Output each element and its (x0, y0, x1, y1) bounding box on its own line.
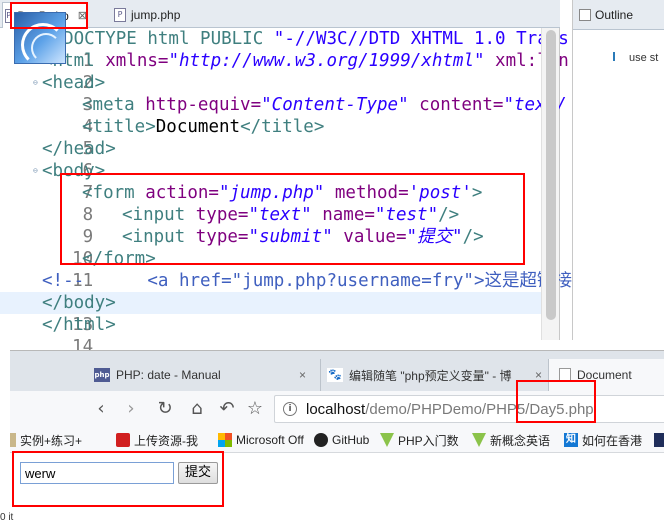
bookmark-icon (654, 433, 664, 447)
annotation-box-input (12, 451, 224, 507)
tab-jump-php[interactable]: P jump.php (96, 2, 214, 28)
reload-icon[interactable]: ↻ (154, 398, 176, 420)
fold-icon[interactable]: ⊖ (33, 166, 42, 175)
outline-title: Outline (595, 7, 634, 22)
code-line: 14 </html> (42, 315, 116, 357)
code-line: 5 <title>Document</title> (0, 116, 324, 159)
code-editor[interactable]: P Day5.php ⊠ P jump.php 1 <!DOCTYPE html… (0, 0, 593, 357)
csdn-icon (116, 433, 130, 447)
paw-favicon: 🐾 (327, 368, 343, 382)
browser-tab-label: PHP: date - Manual (116, 368, 221, 382)
outline-icon (579, 8, 591, 21)
url-host: localhost (306, 400, 366, 418)
close-icon[interactable]: × (299, 368, 306, 382)
annotation-box-form (60, 173, 525, 265)
scrollbar-thumb[interactable] (546, 30, 556, 320)
v-logo-icon (380, 433, 394, 447)
browser-tab-php-date[interactable]: php PHP: date - Manual × (94, 359, 310, 391)
php-file-icon: P (114, 8, 126, 22)
forward-arrow-icon[interactable]: › (120, 398, 142, 420)
annotation-box-tab (10, 2, 88, 29)
code-line: 12 <!-- <a href="jump.php?username=fry">… (0, 270, 593, 313)
home-icon[interactable]: ⌂ (186, 398, 208, 420)
edge-text: 0 it (0, 512, 14, 523)
undo-icon[interactable]: ↶ (216, 398, 238, 420)
bookmarks-bar: 实例+练习+ 上传资源-我 Microsoft Off GitHub PHP入门… (10, 427, 664, 453)
back-arrow-icon[interactable]: ‹ (90, 398, 112, 420)
bookmark-item[interactable]: GitHub (314, 431, 369, 449)
code-line: 3 ⊖ <head> (33, 73, 106, 115)
use-statement-icon (613, 52, 619, 61)
outline-item[interactable]: use st (613, 52, 658, 64)
v-logo-icon (472, 433, 486, 447)
fold-icon[interactable]: ⊖ (33, 78, 42, 87)
bookmark-item[interactable]: 实例+练习+ (10, 431, 82, 449)
bookmark-item[interactable]: 新概念英语 (472, 431, 550, 449)
bookmark-item[interactable]: Microsoft Off (218, 431, 304, 449)
microsoft-icon (218, 433, 232, 447)
code-line-current: 13 </body> (0, 292, 541, 335)
bookmark-item[interactable] (654, 431, 664, 449)
code-line: 4 <meta http-equiv="Content-Type" conten… (0, 94, 567, 137)
annotation-box-url (516, 380, 596, 423)
code-line: 6 </head> (42, 139, 116, 181)
bookmark-item[interactable]: 知如何在香港 (564, 431, 642, 449)
tab-label: jump.php (131, 8, 181, 22)
site-info-icon[interactable]: i (283, 402, 297, 416)
bookmark-item[interactable]: 上传资源-我 (116, 431, 198, 449)
zhihu-icon: 知 (564, 433, 578, 447)
outline-tab[interactable]: Outline (573, 0, 664, 30)
folder-icon (10, 433, 16, 447)
browser-tab-label: 编辑随笔 "php预定义变量" - 博 (349, 368, 512, 383)
github-icon (314, 433, 328, 447)
outline-panel: Outline use st (572, 0, 664, 340)
address-bar[interactable]: i localhost/demo/PHPDemo/PHP5/Day5.php (274, 395, 664, 423)
editor-scrollbar[interactable] (541, 28, 559, 340)
bookmark-item[interactable]: PHP入门数 (380, 431, 459, 449)
browser-tab-blog[interactable]: 🐾 编辑随笔 "php预定义变量" - 博 × (320, 359, 546, 391)
php-favicon: php (94, 368, 110, 382)
bookmark-star-icon[interactable]: ☆ (244, 398, 266, 420)
